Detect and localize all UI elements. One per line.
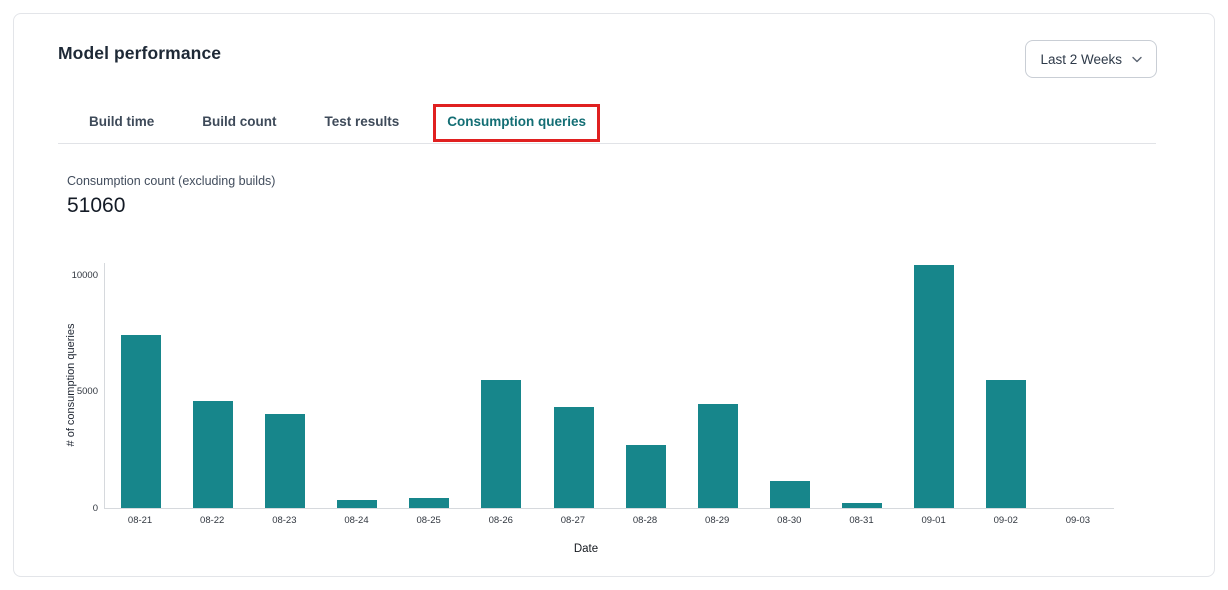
tab-consumption-queries-label: Consumption queries <box>447 114 586 129</box>
x-tick-label: 08-26 <box>465 515 537 526</box>
x-tick-label: 08-28 <box>609 515 681 526</box>
bar-08-30[interactable] <box>770 481 810 508</box>
x-tick-label: 08-30 <box>753 515 825 526</box>
bar-slot <box>898 265 970 508</box>
tab-bar: Build time Build count Test results Cons… <box>89 113 586 130</box>
date-range-dropdown[interactable]: Last 2 Weeks <box>1025 40 1157 78</box>
bar-08-22[interactable] <box>193 401 233 508</box>
x-tick-label: 08-23 <box>248 515 320 526</box>
bar-slot <box>177 401 249 508</box>
bar-slot <box>970 380 1042 508</box>
tab-build-time[interactable]: Build time <box>89 113 154 130</box>
x-tick-label: 09-03 <box>1042 515 1114 526</box>
chevron-down-icon <box>1132 56 1142 63</box>
x-tick-label: 08-22 <box>176 515 248 526</box>
bar-08-21[interactable] <box>121 335 161 508</box>
bar-08-29[interactable] <box>698 404 738 508</box>
bar-08-25[interactable] <box>409 498 449 508</box>
bar-slot <box>249 414 321 508</box>
bar-08-24[interactable] <box>337 500 377 508</box>
date-range-value: Last 2 Weeks <box>1040 52 1122 67</box>
bar-slot <box>682 404 754 508</box>
bar-08-26[interactable] <box>481 380 521 508</box>
bar-08-31[interactable] <box>842 503 882 508</box>
bar-09-02[interactable] <box>986 380 1026 508</box>
bar-08-23[interactable] <box>265 414 305 508</box>
tab-test-results[interactable]: Test results <box>325 113 400 130</box>
x-axis-title: Date <box>58 543 1114 555</box>
bar-slot <box>610 445 682 508</box>
x-tick-label: 08-24 <box>320 515 392 526</box>
page-title: Model performance <box>58 43 221 64</box>
model-performance-card: Model performance Last 2 Weeks Build tim… <box>13 13 1215 577</box>
bar-09-01[interactable] <box>914 265 954 508</box>
x-tick-label: 09-01 <box>898 515 970 526</box>
x-tick-label: 08-27 <box>537 515 609 526</box>
x-tick-label: 08-25 <box>393 515 465 526</box>
plot-area <box>104 263 1114 509</box>
y-tick-label: 0 <box>58 502 98 516</box>
bar-slot <box>321 500 393 508</box>
bar-slot <box>393 498 465 508</box>
tab-build-count[interactable]: Build count <box>202 113 276 130</box>
x-axis-ticks: 08-2108-2208-2308-2408-2508-2608-2708-28… <box>104 515 1114 526</box>
tab-consumption-queries[interactable]: Consumption queries <box>447 113 586 130</box>
x-tick-label: 08-31 <box>825 515 897 526</box>
x-tick-label: 08-29 <box>681 515 753 526</box>
bar-slot <box>105 335 177 508</box>
x-tick-label: 09-02 <box>970 515 1042 526</box>
metric-value: 51060 <box>67 194 125 218</box>
bar-slot <box>465 380 537 508</box>
bar-slot <box>826 503 898 508</box>
y-tick-label: 10000 <box>58 269 98 283</box>
tabs-divider <box>58 143 1156 144</box>
bar-slot <box>754 481 826 508</box>
bar-08-28[interactable] <box>626 445 666 508</box>
bar-08-27[interactable] <box>554 407 594 508</box>
bar-slot <box>537 407 609 508</box>
consumption-bar-chart: # of consumption queries 08-2108-2208-23… <box>58 263 1114 563</box>
y-tick-label: 5000 <box>58 385 98 399</box>
x-tick-label: 08-21 <box>104 515 176 526</box>
metric-label: Consumption count (excluding builds) <box>67 174 275 188</box>
